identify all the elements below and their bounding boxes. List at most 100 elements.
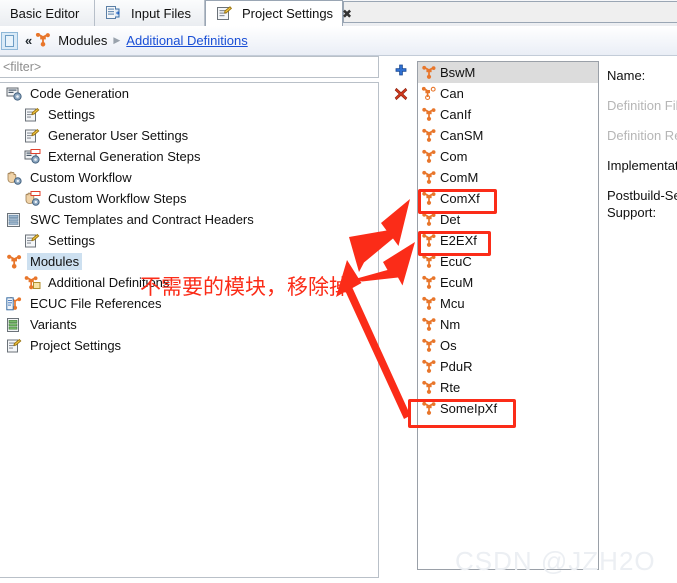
tab-basic-editor[interactable]: Basic Editor	[0, 0, 95, 26]
module-icon	[421, 191, 437, 206]
list-item[interactable]: EcuM	[418, 272, 598, 293]
breadcrumb-current-label[interactable]: Additional Definitions	[126, 33, 247, 48]
list-item-label: BswM	[440, 65, 476, 80]
tree-item-project-settings[interactable]: Project Settings	[0, 335, 378, 356]
tree-item-settings-swc[interactable]: Settings	[0, 230, 378, 251]
list-item-label: CanSM	[440, 128, 484, 143]
list-item[interactable]: Det	[418, 209, 598, 230]
tree-item-label: Code Generation	[30, 86, 130, 101]
application-window: Basic Editor Input Files Project Setting…	[0, 0, 677, 583]
add-module-button[interactable]	[392, 62, 410, 80]
tab-project-settings[interactable]: Project Settings ✖	[205, 0, 352, 26]
chevron-right-icon: ▶	[113, 35, 121, 45]
settings-tree[interactable]: Code Generation Settings Generator User …	[0, 82, 379, 578]
filter-input-text: <filter>	[3, 60, 42, 74]
list-item-label: PduR	[440, 359, 473, 374]
module-icon	[421, 359, 437, 374]
module-icon	[421, 149, 437, 164]
list-item[interactable]: CanSM	[418, 125, 598, 146]
list-item[interactable]: SomeIpXf	[418, 398, 598, 419]
list-item[interactable]: E2EXf	[418, 230, 598, 251]
tab-input-files[interactable]: Input Files	[95, 0, 205, 26]
list-item[interactable]: PduR	[418, 356, 598, 377]
tab-input-files-label: Input Files	[131, 5, 191, 21]
module-icon	[421, 254, 437, 269]
module-icon	[421, 338, 437, 353]
external-generation-steps-icon	[24, 148, 41, 165]
tree-item-settings-codegen[interactable]: Settings	[0, 104, 378, 125]
tree-item-label: Custom Workflow	[30, 170, 132, 185]
code-generation-icon	[6, 86, 23, 102]
list-item[interactable]: CanIf	[418, 104, 598, 125]
tree-item-label: Settings	[48, 233, 95, 248]
input-files-icon	[105, 5, 122, 21]
module-icon	[421, 107, 437, 122]
editor-tab-bar: Basic Editor Input Files Project Setting…	[0, 0, 677, 26]
list-item-label: EcuC	[440, 254, 472, 269]
tab-project-settings-label: Project Settings	[242, 6, 334, 21]
list-item[interactable]: Os	[418, 335, 598, 356]
list-item[interactable]: Mcu	[418, 293, 598, 314]
property-label-definition-file: Definition Fil	[607, 98, 677, 113]
list-item[interactable]: BswM	[418, 62, 598, 83]
tree-item-swc-templates[interactable]: SWC Templates and Contract Headers	[0, 209, 378, 230]
tree-item-external-generation-steps[interactable]: External Generation Steps	[0, 146, 378, 167]
tree-item-additional-definitions[interactable]: Additional Definitions	[0, 272, 378, 293]
list-item[interactable]: EcuC	[418, 251, 598, 272]
swc-templates-icon	[6, 212, 23, 228]
module-properties-panel: Name: Definition Fil Definition Re Imple…	[607, 61, 677, 570]
module-list[interactable]: BswM Can CanIf CanSM Com ComM ComXf Det …	[417, 61, 599, 570]
list-item[interactable]: Com	[418, 146, 598, 167]
tree-item-custom-workflow[interactable]: Custom Workflow	[0, 167, 378, 188]
home-icon[interactable]	[1, 31, 18, 50]
tree-item-ecuc-file-references[interactable]: ECUC File References	[0, 293, 378, 314]
module-icon	[421, 233, 437, 248]
list-item-label: CanIf	[440, 107, 472, 122]
list-item-label: Mcu	[440, 296, 465, 311]
list-item[interactable]: Nm	[418, 314, 598, 335]
list-item[interactable]: ComXf	[418, 188, 598, 209]
project-settings-icon	[216, 5, 233, 22]
tab-bar-filler	[343, 1, 677, 23]
watermark: CSDN @JZH2O	[455, 546, 656, 576]
breadcrumb-root-label[interactable]: Modules	[58, 33, 107, 48]
filter-input[interactable]: <filter>	[0, 56, 379, 78]
module-icon	[421, 65, 437, 80]
list-item-label: Det	[440, 212, 461, 227]
list-item-label: E2EXf	[440, 233, 477, 248]
property-label-support: Support:	[607, 205, 657, 220]
module-icon	[421, 296, 437, 311]
property-label-definition-ref: Definition Re	[607, 128, 677, 143]
tree-item-variants[interactable]: Variants	[0, 314, 378, 335]
collapse-icon[interactable]: «	[25, 33, 32, 48]
close-icon[interactable]: ✖	[342, 8, 352, 20]
list-item-label: ComM	[440, 170, 479, 185]
list-item-label: EcuM	[440, 275, 474, 290]
tree-item-generator-user-settings[interactable]: Generator User Settings	[0, 125, 378, 146]
list-item-label: SomeIpXf	[440, 401, 498, 416]
modules-icon	[6, 254, 23, 270]
tab-basic-editor-label: Basic Editor	[10, 5, 80, 21]
tree-item-label: Generator User Settings	[48, 128, 189, 143]
list-item[interactable]: Rte	[418, 377, 598, 398]
tree-item-label: Settings	[48, 107, 95, 122]
list-item-label: Nm	[440, 317, 461, 332]
tree-item-modules[interactable]: Modules	[0, 251, 378, 272]
list-item[interactable]: Can	[418, 83, 598, 104]
module-icon	[421, 317, 437, 332]
remove-module-button[interactable]	[392, 85, 410, 103]
list-item[interactable]: ComM	[418, 167, 598, 188]
tree-item-custom-workflow-steps[interactable]: Custom Workflow Steps	[0, 188, 378, 209]
property-label-implementation: Implementat	[607, 158, 677, 173]
module-list-toolbar	[392, 62, 414, 108]
property-label-postbuild: Postbuild-Se	[607, 188, 677, 203]
tree-item-label: Variants	[30, 317, 77, 332]
tree-item-label: Project Settings	[30, 338, 122, 353]
tree-item-label: External Generation Steps	[48, 149, 201, 164]
tree-item-label: Modules	[27, 253, 83, 270]
custom-workflow-icon	[6, 170, 23, 186]
tree-item-code-generation[interactable]: Code Generation	[0, 83, 378, 104]
additional-definitions-icon	[24, 275, 41, 291]
generator-user-settings-icon	[24, 128, 41, 144]
tree-item-label: SWC Templates and Contract Headers	[30, 212, 254, 227]
